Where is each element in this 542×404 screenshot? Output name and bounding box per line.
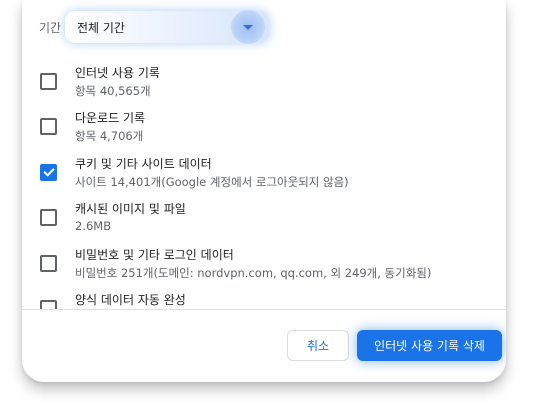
clear-browsing-data-dialog: 기간 전체 기간 인터넷 사용 기록 항목 40,565개 다운로드 기록 항목… [22, 0, 506, 382]
checkbox-autofill[interactable] [40, 300, 57, 309]
option-title: 인터넷 사용 기록 [75, 66, 160, 80]
option-cookies[interactable]: 쿠키 및 기타 사이트 데이터 사이트 14,401개(Google 계정에서 … [38, 155, 498, 195]
period-label: 기간 [39, 20, 62, 35]
checkbox-passwords[interactable] [40, 255, 57, 272]
checkbox-browsing-history[interactable] [40, 73, 57, 90]
period-row: 기간 전체 기간 [39, 10, 269, 44]
period-select[interactable]: 전체 기간 [65, 10, 269, 44]
option-subtitle: 항목 4,706개 [75, 129, 144, 143]
option-title: 쿠키 및 기타 사이트 데이터 [75, 157, 212, 171]
option-download-history[interactable]: 다운로드 기록 항목 4,706개 [38, 109, 498, 149]
option-title: 비밀번호 및 기타 로그인 데이터 [75, 248, 234, 262]
option-passwords[interactable]: 비밀번호 및 기타 로그인 데이터 비밀번호 251개(도메인: nordvpn… [38, 246, 498, 286]
cancel-button[interactable]: 취소 [287, 330, 349, 361]
option-subtitle: 항목 40,565개 [75, 84, 151, 98]
option-subtitle: 사이트 14,401개(Google 계정에서 로그아웃되지 않음) [75, 175, 349, 189]
footer-divider [22, 309, 506, 310]
checkbox-cookies[interactable] [40, 164, 57, 181]
option-cache[interactable]: 캐시된 이미지 및 파일 2.6MB [38, 200, 498, 240]
chevron-down-icon [243, 24, 253, 30]
checkbox-download-history[interactable] [40, 118, 57, 135]
option-subtitle: 2.6MB [75, 219, 112, 233]
option-title: 캐시된 이미지 및 파일 [75, 202, 186, 216]
option-subtitle: 비밀번호 251개(도메인: nordvpn.com, qq.com, 외 24… [75, 266, 432, 280]
option-autofill[interactable]: 양식 데이터 자동 완성 [38, 291, 498, 309]
dropdown-arrow-button[interactable] [231, 10, 265, 44]
option-title: 다운로드 기록 [75, 111, 146, 125]
period-select-value: 전체 기간 [77, 20, 125, 35]
option-browsing-history[interactable]: 인터넷 사용 기록 항목 40,565개 [38, 64, 498, 104]
clear-data-button[interactable]: 인터넷 사용 기록 삭제 [357, 330, 502, 361]
checkbox-cache[interactable] [40, 209, 57, 226]
option-title: 양식 데이터 자동 완성 [75, 293, 186, 307]
